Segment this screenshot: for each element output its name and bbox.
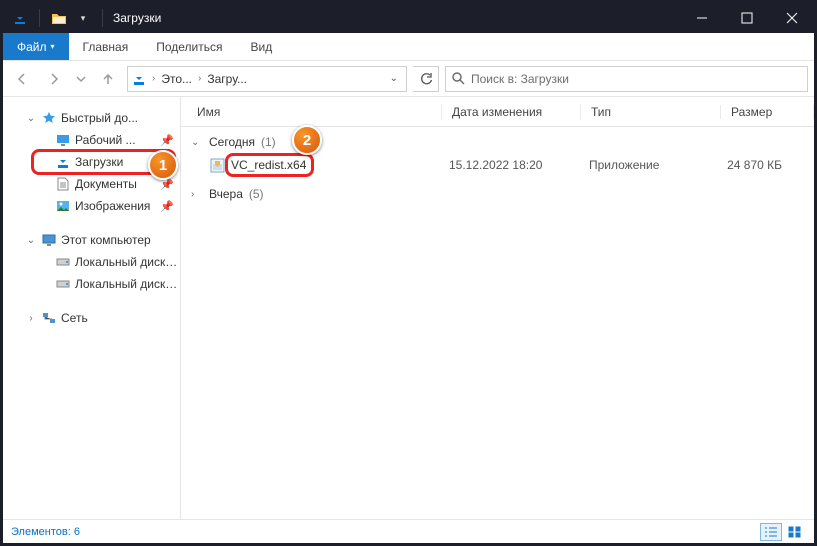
group-count: (1) [261, 135, 276, 149]
downloads-icon [55, 154, 71, 170]
breadcrumb[interactable]: Загру... [207, 72, 247, 86]
chevron-right-icon: › [194, 73, 205, 84]
disk-icon [55, 254, 71, 270]
caret-down-icon: ▾ [51, 42, 55, 51]
status-bar: Элементов: 6 [3, 519, 814, 543]
file-tab-label: Файл [17, 40, 47, 54]
item-count: Элементов: 6 [11, 526, 80, 538]
sidebar-item-network[interactable]: › Сеть [3, 307, 180, 329]
minimize-button[interactable] [679, 3, 724, 33]
desktop-icon [55, 132, 71, 148]
group-label: Вчера [209, 187, 243, 201]
sidebar-label: Этот компьютер [61, 233, 180, 247]
tab-home[interactable]: Главная [69, 33, 143, 60]
pin-icon: 📌 [160, 134, 174, 147]
collapse-icon[interactable]: ⌄ [25, 113, 37, 124]
group-label: Сегодня [209, 135, 255, 149]
group-yesterday[interactable]: › Вчера (5) [187, 183, 814, 205]
expand-icon[interactable]: › [25, 313, 37, 324]
file-size: 24 870 КБ [719, 158, 814, 172]
installer-icon [209, 157, 225, 173]
tab-view[interactable]: Вид [236, 33, 286, 60]
navigation-bar: › Это... › Загру... ⌄ Поиск в: Загрузки [3, 61, 814, 97]
address-bar[interactable]: › Это... › Загру... ⌄ [127, 66, 407, 92]
sidebar-label: Изображения [75, 199, 156, 213]
title-bar: ▾ Загрузки [3, 3, 814, 33]
file-list-pane: Имя Дата изменения Тип Размер ⌄ Сегодня … [181, 97, 814, 519]
file-tab[interactable]: Файл ▾ [3, 33, 69, 60]
sidebar-item-disk-c[interactable]: Локальный диск (C [3, 251, 180, 273]
history-dropdown[interactable] [73, 66, 89, 92]
search-box[interactable]: Поиск в: Загрузки [445, 66, 808, 92]
folder-icon [50, 9, 68, 27]
quick-access[interactable]: ⌄ Быстрый до... [3, 107, 180, 129]
group-count: (5) [249, 187, 264, 201]
file-type: Приложение [579, 158, 719, 172]
sidebar-item-pictures[interactable]: Изображения 📌 [3, 195, 180, 217]
downloads-icon [132, 72, 146, 86]
chevron-right-icon: › [148, 73, 159, 84]
annotation-badge-1: 1 [148, 150, 178, 180]
file-row[interactable]: VC_redist.x64 15.12.2022 18:20 Приложени… [187, 153, 814, 177]
explorer-window: ▾ Загрузки Файл ▾ Главная Поделиться Вид… [0, 0, 817, 546]
sidebar-label: Сеть [61, 311, 180, 325]
column-date[interactable]: Дата изменения [441, 105, 581, 119]
forward-button[interactable] [41, 66, 67, 92]
group-today[interactable]: ⌄ Сегодня (1) [187, 131, 814, 153]
breadcrumb[interactable]: Это... [161, 72, 192, 86]
star-icon [41, 110, 57, 126]
close-button[interactable] [769, 3, 814, 33]
pin-icon: 📌 [160, 200, 174, 213]
sidebar-label: Загрузки [75, 155, 156, 169]
file-date: 15.12.2022 18:20 [439, 158, 579, 172]
maximize-button[interactable] [724, 3, 769, 33]
column-name[interactable]: Имя [187, 105, 441, 119]
search-placeholder: Поиск в: Загрузки [471, 72, 569, 86]
column-type[interactable]: Тип [581, 105, 721, 119]
disk-icon [55, 276, 71, 292]
window-title: Загрузки [113, 11, 161, 25]
search-icon [452, 72, 465, 85]
column-headers: Имя Дата изменения Тип Размер [181, 97, 814, 127]
network-icon [41, 310, 57, 326]
sidebar-item-desktop[interactable]: Рабочий ... 📌 [3, 129, 180, 151]
sidebar-label: Локальный диск (D [75, 277, 180, 291]
pc-icon [41, 232, 57, 248]
sidebar-label: Рабочий ... [75, 133, 156, 147]
back-button[interactable] [9, 66, 35, 92]
tab-share[interactable]: Поделиться [142, 33, 236, 60]
documents-icon [55, 176, 71, 192]
column-size[interactable]: Размер [721, 105, 814, 119]
sidebar-label: Локальный диск (C [75, 255, 180, 269]
qat-dropdown-icon[interactable]: ▾ [74, 9, 92, 27]
address-dropdown-icon[interactable]: ⌄ [386, 73, 402, 84]
refresh-button[interactable] [413, 66, 439, 92]
expand-icon[interactable]: › [191, 189, 203, 200]
details-view-button[interactable] [760, 523, 782, 541]
icons-view-button[interactable] [784, 523, 806, 541]
pictures-icon [55, 198, 71, 214]
collapse-icon[interactable]: ⌄ [25, 235, 37, 246]
sidebar-item-disk-d[interactable]: Локальный диск (D [3, 273, 180, 295]
sidebar-label: Быстрый до... [61, 111, 180, 125]
sidebar-item-this-pc[interactable]: ⌄ Этот компьютер [3, 229, 180, 251]
ribbon: Файл ▾ Главная Поделиться Вид [3, 33, 814, 61]
collapse-icon[interactable]: ⌄ [191, 137, 203, 148]
file-name: VC_redist.x64 [231, 158, 306, 172]
annotation-badge-2: 2 [292, 125, 322, 155]
downloads-arrow-icon [11, 9, 29, 27]
up-button[interactable] [95, 66, 121, 92]
sidebar-label: Документы [75, 177, 156, 191]
